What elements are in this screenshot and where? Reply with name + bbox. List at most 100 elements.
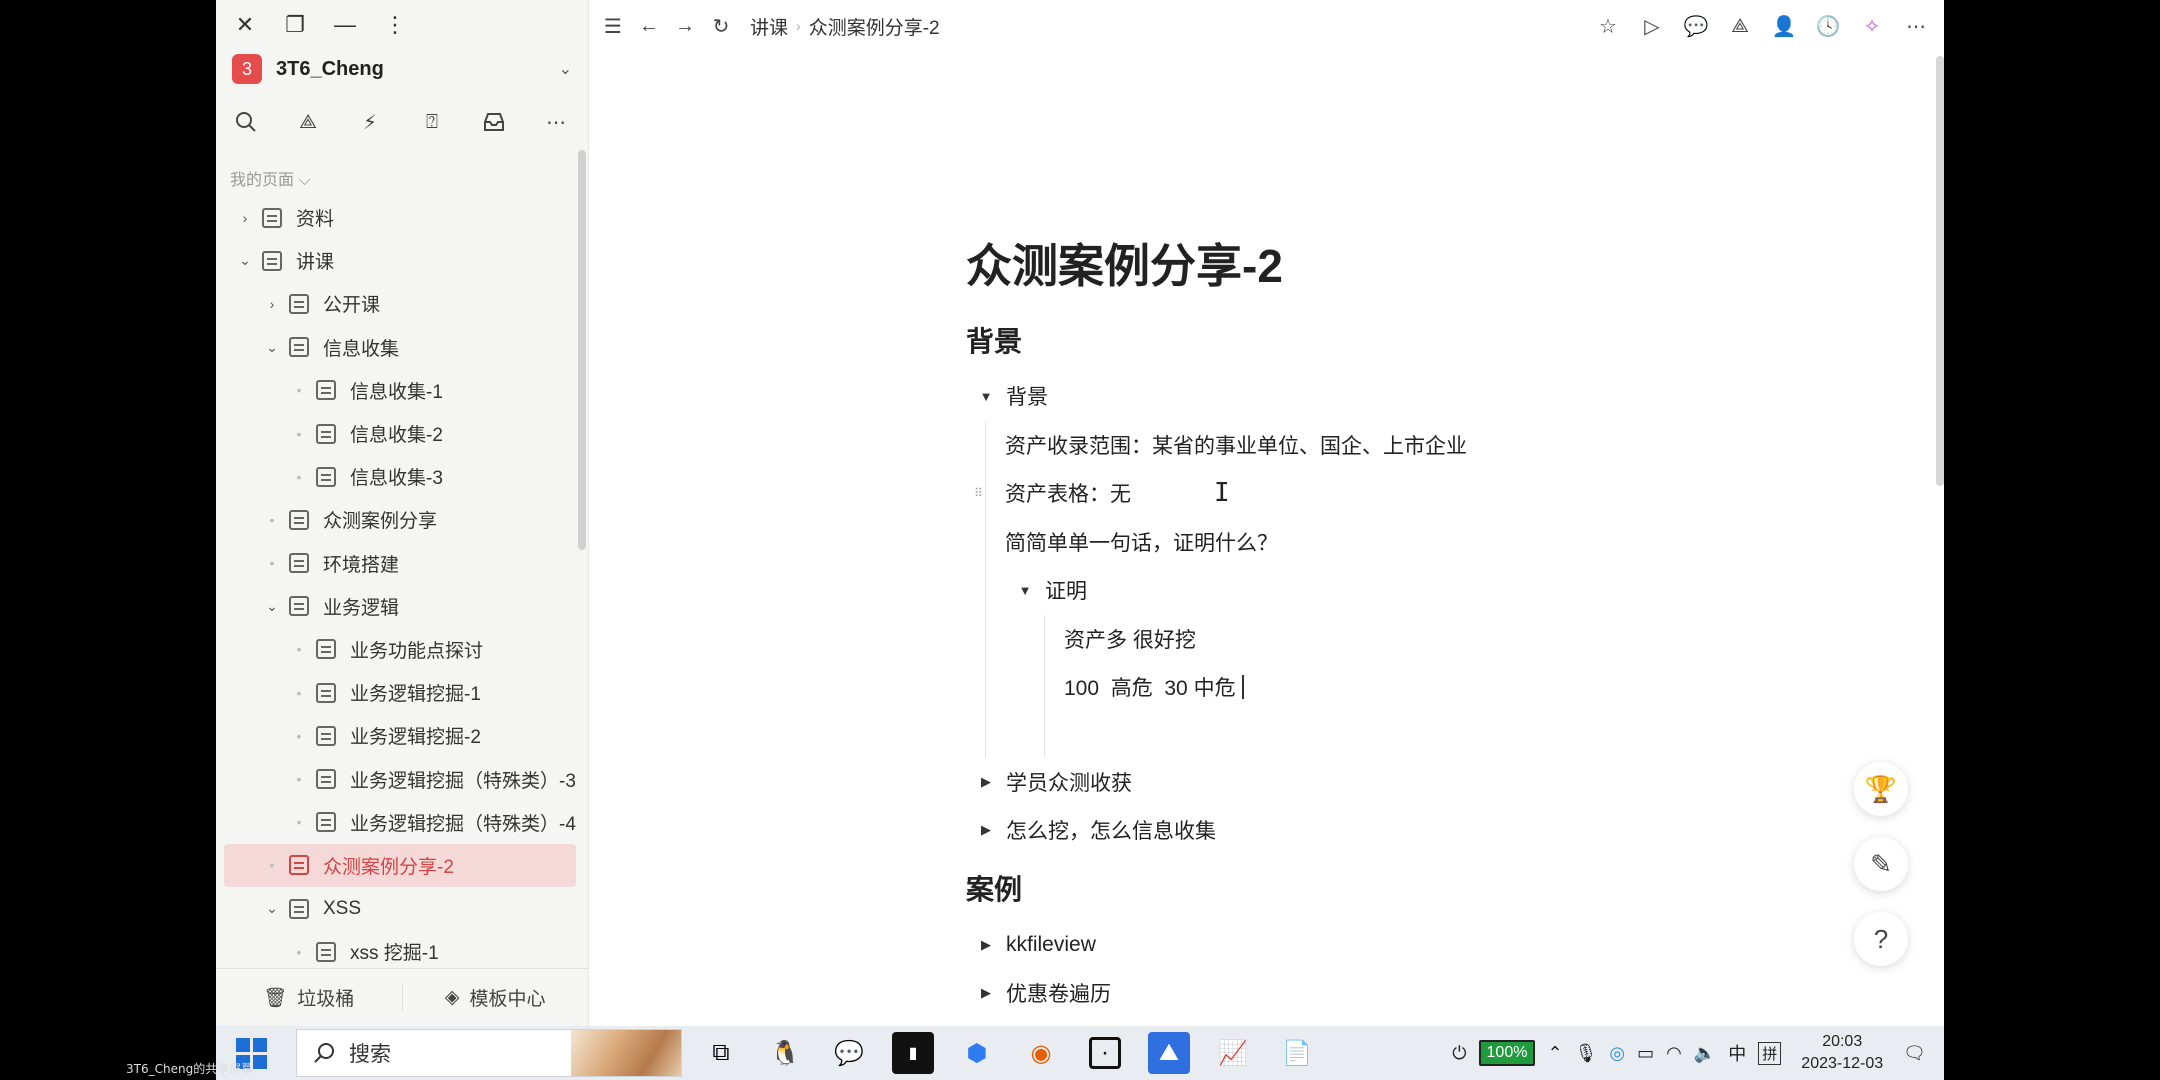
sidebar-item[interactable]: • 众测案例分享-2 (224, 843, 576, 887)
sidebar-toggle-icon[interactable]: ☰ (602, 14, 624, 39)
power-plug-icon[interactable]: ⏻ (1452, 1043, 1466, 1064)
workspace-switcher[interactable]: 3 3T6_Cheng ⌄ (232, 52, 572, 86)
paragraph[interactable]: 简简单单一句话，证明什么？ (986, 518, 1866, 567)
template-center-button[interactable]: ◈ 模板中心 (401, 984, 589, 1011)
paragraph[interactable]: 资产收录范围：某省的事业单位、国企、上市企业 (986, 421, 1866, 470)
sidebar-scrollbar[interactable] (578, 150, 586, 550)
feishu-icon[interactable]: ⬢ (956, 1032, 998, 1074)
sidebar-item[interactable]: • 业务逻辑挖掘（特殊类）-4 (224, 801, 576, 844)
sidebar-item[interactable]: • 信息收集-1 (224, 369, 576, 412)
wechat-icon[interactable]: 💬 (828, 1032, 870, 1074)
toggle-expanded-icon[interactable]: ▼ (966, 389, 1006, 404)
star-icon[interactable]: ☆ (1596, 14, 1620, 38)
battery-indicator[interactable]: 100% (1478, 1040, 1536, 1066)
toggle-block[interactable]: ▶ 学员众测收获 (966, 758, 1866, 807)
toggle-block[interactable]: ▶ 优惠卷遍历 (966, 969, 1866, 1018)
presentation-icon[interactable]: ▷ (1640, 14, 1664, 38)
search-icon[interactable] (230, 106, 262, 138)
refresh-icon[interactable]: ↻ (710, 14, 732, 39)
sidebar-item[interactable]: › 资料 (224, 196, 576, 239)
trophy-button[interactable]: 🏆 (1854, 762, 1908, 816)
sidebar-item[interactable]: ⌄ 业务逻辑 (224, 585, 576, 628)
help-icon[interactable]: ⍰ (416, 106, 448, 138)
chevron-down-icon[interactable]: ⌄ (259, 900, 285, 917)
sidebar-item[interactable]: • 环境搭建 (224, 542, 576, 585)
help-button[interactable]: ? (1854, 912, 1908, 966)
comment-icon[interactable]: 💬 (1684, 14, 1709, 38)
breadcrumb-current[interactable]: 众测案例分享-2 (809, 13, 940, 40)
restore-icon[interactable]: ❐ (282, 12, 308, 38)
wifi-icon[interactable]: ◠ (1666, 1043, 1682, 1064)
sidebar-item[interactable]: • 业务逻辑挖掘-2 (224, 714, 576, 757)
paragraph[interactable]: 资产多 很好挖 (1045, 615, 1866, 664)
page-title[interactable]: 众测案例分享-2 (966, 230, 1866, 300)
toggle-expanded-icon[interactable]: ▼ (1005, 583, 1045, 598)
my-pages-label[interactable]: 我的页面 ⌵ (230, 166, 311, 190)
sidebar-item[interactable]: ⌄ XSS (224, 887, 576, 930)
chevron-down-icon[interactable]: ⌄ (259, 339, 285, 356)
sidebar-item[interactable]: • 信息收集-2 (224, 412, 576, 455)
clock[interactable]: 20:03 2023-12-03 (1801, 1031, 1883, 1075)
task-view-icon[interactable]: ⧉ (700, 1032, 742, 1074)
paragraph[interactable]: 100 高危 30 中危 (1045, 663, 1866, 712)
sidebar-item[interactable]: • 业务逻辑挖掘-1 (224, 671, 576, 714)
chevron-right-icon[interactable]: › (259, 296, 285, 312)
sidebar-item[interactable]: • 信息收集-3 (224, 455, 576, 498)
notes-app-icon[interactable]: · (1089, 1037, 1121, 1069)
history-icon[interactable]: 🕓 (1816, 14, 1841, 38)
microphone-icon[interactable]: 🎙 (1575, 1043, 1598, 1064)
firefox-icon[interactable]: ◉ (1020, 1032, 1062, 1074)
share-user-icon[interactable]: 👤 (1772, 14, 1797, 38)
toggle-collapsed-icon[interactable]: ▶ (966, 774, 1006, 790)
taskbar-search[interactable]: 搜索 (296, 1029, 682, 1077)
toggle-block[interactable]: ▶ kkfileview (966, 921, 1866, 970)
sidebar-item[interactable]: • 众测案例分享 (224, 498, 576, 541)
toggle-collapsed-icon[interactable]: ▶ (966, 985, 1006, 1001)
graph-view-icon[interactable]: ⟁ (1728, 14, 1752, 38)
close-icon[interactable]: ✕ (232, 12, 258, 38)
more-vertical-icon[interactable]: ⋮ (382, 12, 408, 38)
toggle-block[interactable]: ▶ 怎么挖，怎么信息收集 (966, 806, 1866, 855)
ime-language[interactable]: 中 (1728, 1040, 1746, 1066)
qq-icon[interactable]: 🐧 (764, 1032, 806, 1074)
heading-background[interactable]: 背景 (966, 320, 1866, 372)
toggle-block[interactable]: ▼ 背景 (966, 372, 1866, 421)
quick-action-icon[interactable]: ⚡ (354, 106, 386, 138)
trash-button[interactable]: 🗑 垃圾桶 (216, 984, 402, 1011)
main-scrollbar[interactable] (1936, 56, 1944, 486)
document-body[interactable]: 众测案例分享-2 背景 ▼ 背景 资产收录范围：某省的事业单位、国企、上市企业 … (966, 230, 1866, 1018)
more-options-icon[interactable]: ⋯ (1904, 14, 1928, 38)
drag-handle-icon[interactable]: ⠿ (974, 486, 984, 500)
sidebar-item[interactable]: › 公开课 (224, 282, 576, 325)
ai-sparkle-icon[interactable]: ✧ (1860, 14, 1884, 38)
feedback-button[interactable]: ✎ (1854, 837, 1908, 891)
minimize-icon[interactable]: — (332, 12, 358, 38)
terminal-icon[interactable]: ▮ (892, 1032, 934, 1074)
chevron-down-icon[interactable]: ⌄ (232, 252, 258, 269)
sidebar-item[interactable]: • 业务逻辑挖掘（特殊类）-3 (224, 757, 576, 800)
ime-mode[interactable]: 拼 (1758, 1041, 1782, 1065)
graph-icon[interactable]: ⟁ (292, 106, 324, 138)
image-viewer-icon[interactable]: ⛰ (1148, 1032, 1190, 1074)
back-arrow-icon[interactable]: ← (638, 15, 660, 38)
toggle-collapsed-icon[interactable]: ▶ (966, 822, 1006, 838)
chart-app-icon[interactable]: 📈 (1212, 1032, 1254, 1074)
sidebar-item[interactable]: • 业务功能点探讨 (224, 628, 576, 671)
chevron-right-icon[interactable]: › (232, 210, 258, 226)
heading-cases[interactable]: 案例 (966, 855, 1866, 921)
notification-icon[interactable]: 🗨 (1903, 1043, 1926, 1064)
chevron-down-icon[interactable]: ⌄ (259, 598, 285, 615)
app-tray-icon[interactable]: ◎ (1609, 1043, 1625, 1064)
volume-icon[interactable]: 🔈 (1694, 1043, 1716, 1064)
sidebar-item[interactable]: ⌄ 信息收集 (224, 326, 576, 369)
breadcrumb-parent[interactable]: 讲课 (750, 13, 788, 40)
toggle-block[interactable]: ▼ 证明 (986, 566, 1866, 615)
toggle-collapsed-icon[interactable]: ▶ (966, 937, 1006, 953)
inbox-icon[interactable] (478, 106, 510, 138)
more-horizontal-icon[interactable]: ⋯ (540, 106, 572, 138)
chevron-up-icon[interactable]: ⌃ (1547, 1043, 1562, 1064)
file-app-icon[interactable]: 📄 (1276, 1032, 1318, 1074)
sidebar-item[interactable]: • xss 挖掘-1 (224, 930, 576, 968)
sidebar-item[interactable]: ⌄ 讲课 (224, 239, 576, 282)
network-card-icon[interactable]: ▭ (1637, 1043, 1654, 1064)
